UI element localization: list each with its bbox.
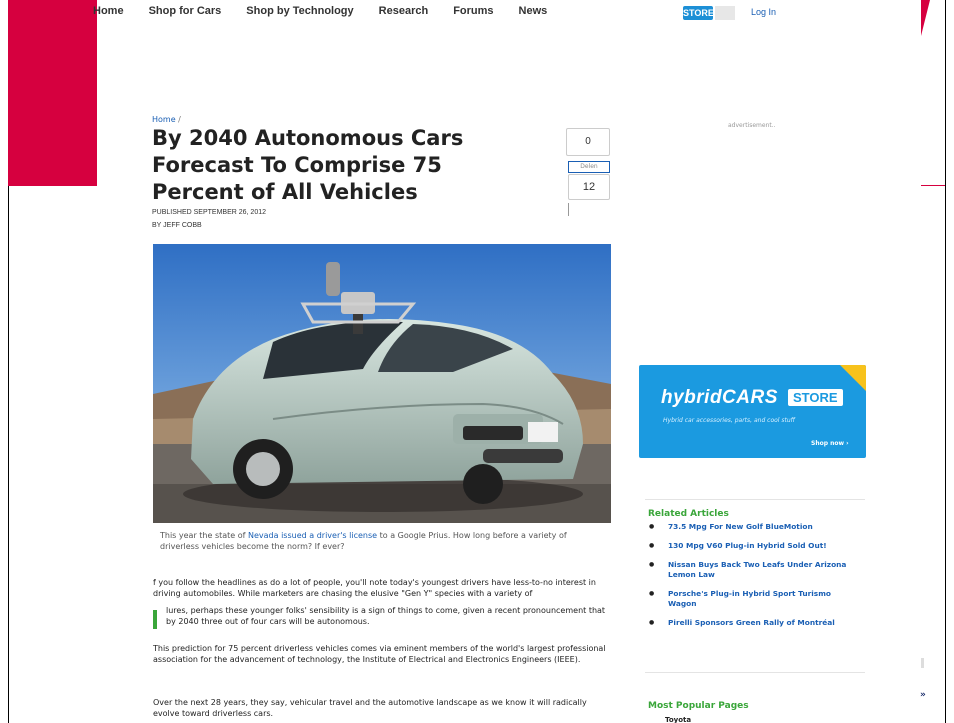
dropcap-bar (153, 610, 157, 629)
prius-photo-illustration (153, 244, 611, 523)
caption-text-before: This year the state of (160, 531, 249, 540)
store-tagline: Hybrid car accessories, parts, and cool … (663, 417, 795, 424)
brand-red-triangle (921, 0, 930, 36)
related-article-item[interactable]: Nissan Buys Back Two Leafs Under Arizona… (648, 560, 858, 580)
store-badge-thumbnail[interactable] (715, 6, 735, 20)
related-articles-list: 73.5 Mpg For New Golf BlueMotion 130 Mpg… (648, 522, 858, 637)
store-badge[interactable]: STORE (683, 6, 714, 20)
photo-caption: This year the state of Nevada issued a d… (160, 530, 580, 552)
body-paragraph-3: This prediction for 75 percent driverles… (153, 644, 606, 664)
advertisement-label: advertisement.. (728, 122, 776, 129)
sidebar-divider (645, 499, 865, 500)
related-article-item[interactable]: 73.5 Mpg For New Golf BlueMotion (648, 522, 858, 532)
hybridcars-logo: hybridCARS (661, 387, 778, 408)
nav-home[interactable]: Home (93, 5, 124, 17)
main-nav: Home Shop for Cars Shop by Technology Resea… (93, 5, 572, 17)
breadcrumb-separator: / (178, 115, 181, 124)
hybridcars-store-banner[interactable]: hybridCARS STORE Hybrid car accessories,… (639, 365, 866, 458)
brand-red-block (8, 0, 97, 186)
nav-shop-for-cars[interactable]: Shop for Cars (149, 5, 222, 17)
body-paragraph-2: lures, perhaps these younger folks' sens… (166, 606, 606, 626)
share-divider (568, 203, 569, 216)
nav-research[interactable]: Research (379, 5, 429, 17)
body-paragraph-1: f you follow the headlines as do a lot o… (153, 578, 596, 598)
article-photo (153, 244, 611, 523)
related-article-item[interactable]: Pirelli Sponsors Green Rally of Montréal (648, 618, 858, 628)
login-link[interactable]: Log In (751, 7, 776, 17)
related-article-item[interactable]: Porsche's Plug-in Hybrid Sport Turismo W… (648, 589, 858, 609)
sidebar-divider (645, 672, 865, 673)
nav-shop-by-technology[interactable]: Shop by Technology (246, 5, 353, 17)
breadcrumb: Home / (152, 115, 181, 124)
brand-red-line (921, 185, 945, 186)
share-delen-button[interactable]: Delen (568, 161, 610, 173)
share-count-box[interactable]: 0 (566, 128, 610, 156)
store-logo-badge: STORE (788, 389, 843, 406)
offscreen-icon-fragment: » (920, 690, 926, 700)
nav-news[interactable]: News (519, 5, 548, 17)
nav-forums[interactable]: Forums (453, 5, 493, 17)
caption-nevada-link[interactable]: Nevada issued a driver's license (248, 531, 377, 540)
page-frame-right (945, 0, 954, 723)
body-paragraph-4: Over the next 28 years, they say, vehicu… (153, 698, 587, 718)
related-articles-heading: Related Articles (648, 509, 729, 519)
author-byline: BY JEFF COBB (152, 222, 202, 229)
popular-first-item[interactable]: Toyota Prius (665, 716, 710, 723)
breadcrumb-home[interactable]: Home (152, 115, 176, 124)
published-date: PUBLISHED SEPTEMBER 26, 2012 (152, 209, 266, 216)
article-title: By 2040 Autonomous Cars Forecast To Comp… (152, 126, 464, 204)
like-count-box[interactable]: 12 (568, 174, 610, 200)
related-article-item[interactable]: 130 Mpg V60 Plug-in Hybrid Sold Out! (648, 541, 858, 551)
most-popular-heading: Most Popular Pages (648, 701, 749, 711)
offscreen-fragment (921, 658, 924, 668)
shop-now-link[interactable]: Shop now › (811, 440, 849, 447)
new-corner-ribbon (840, 365, 866, 391)
